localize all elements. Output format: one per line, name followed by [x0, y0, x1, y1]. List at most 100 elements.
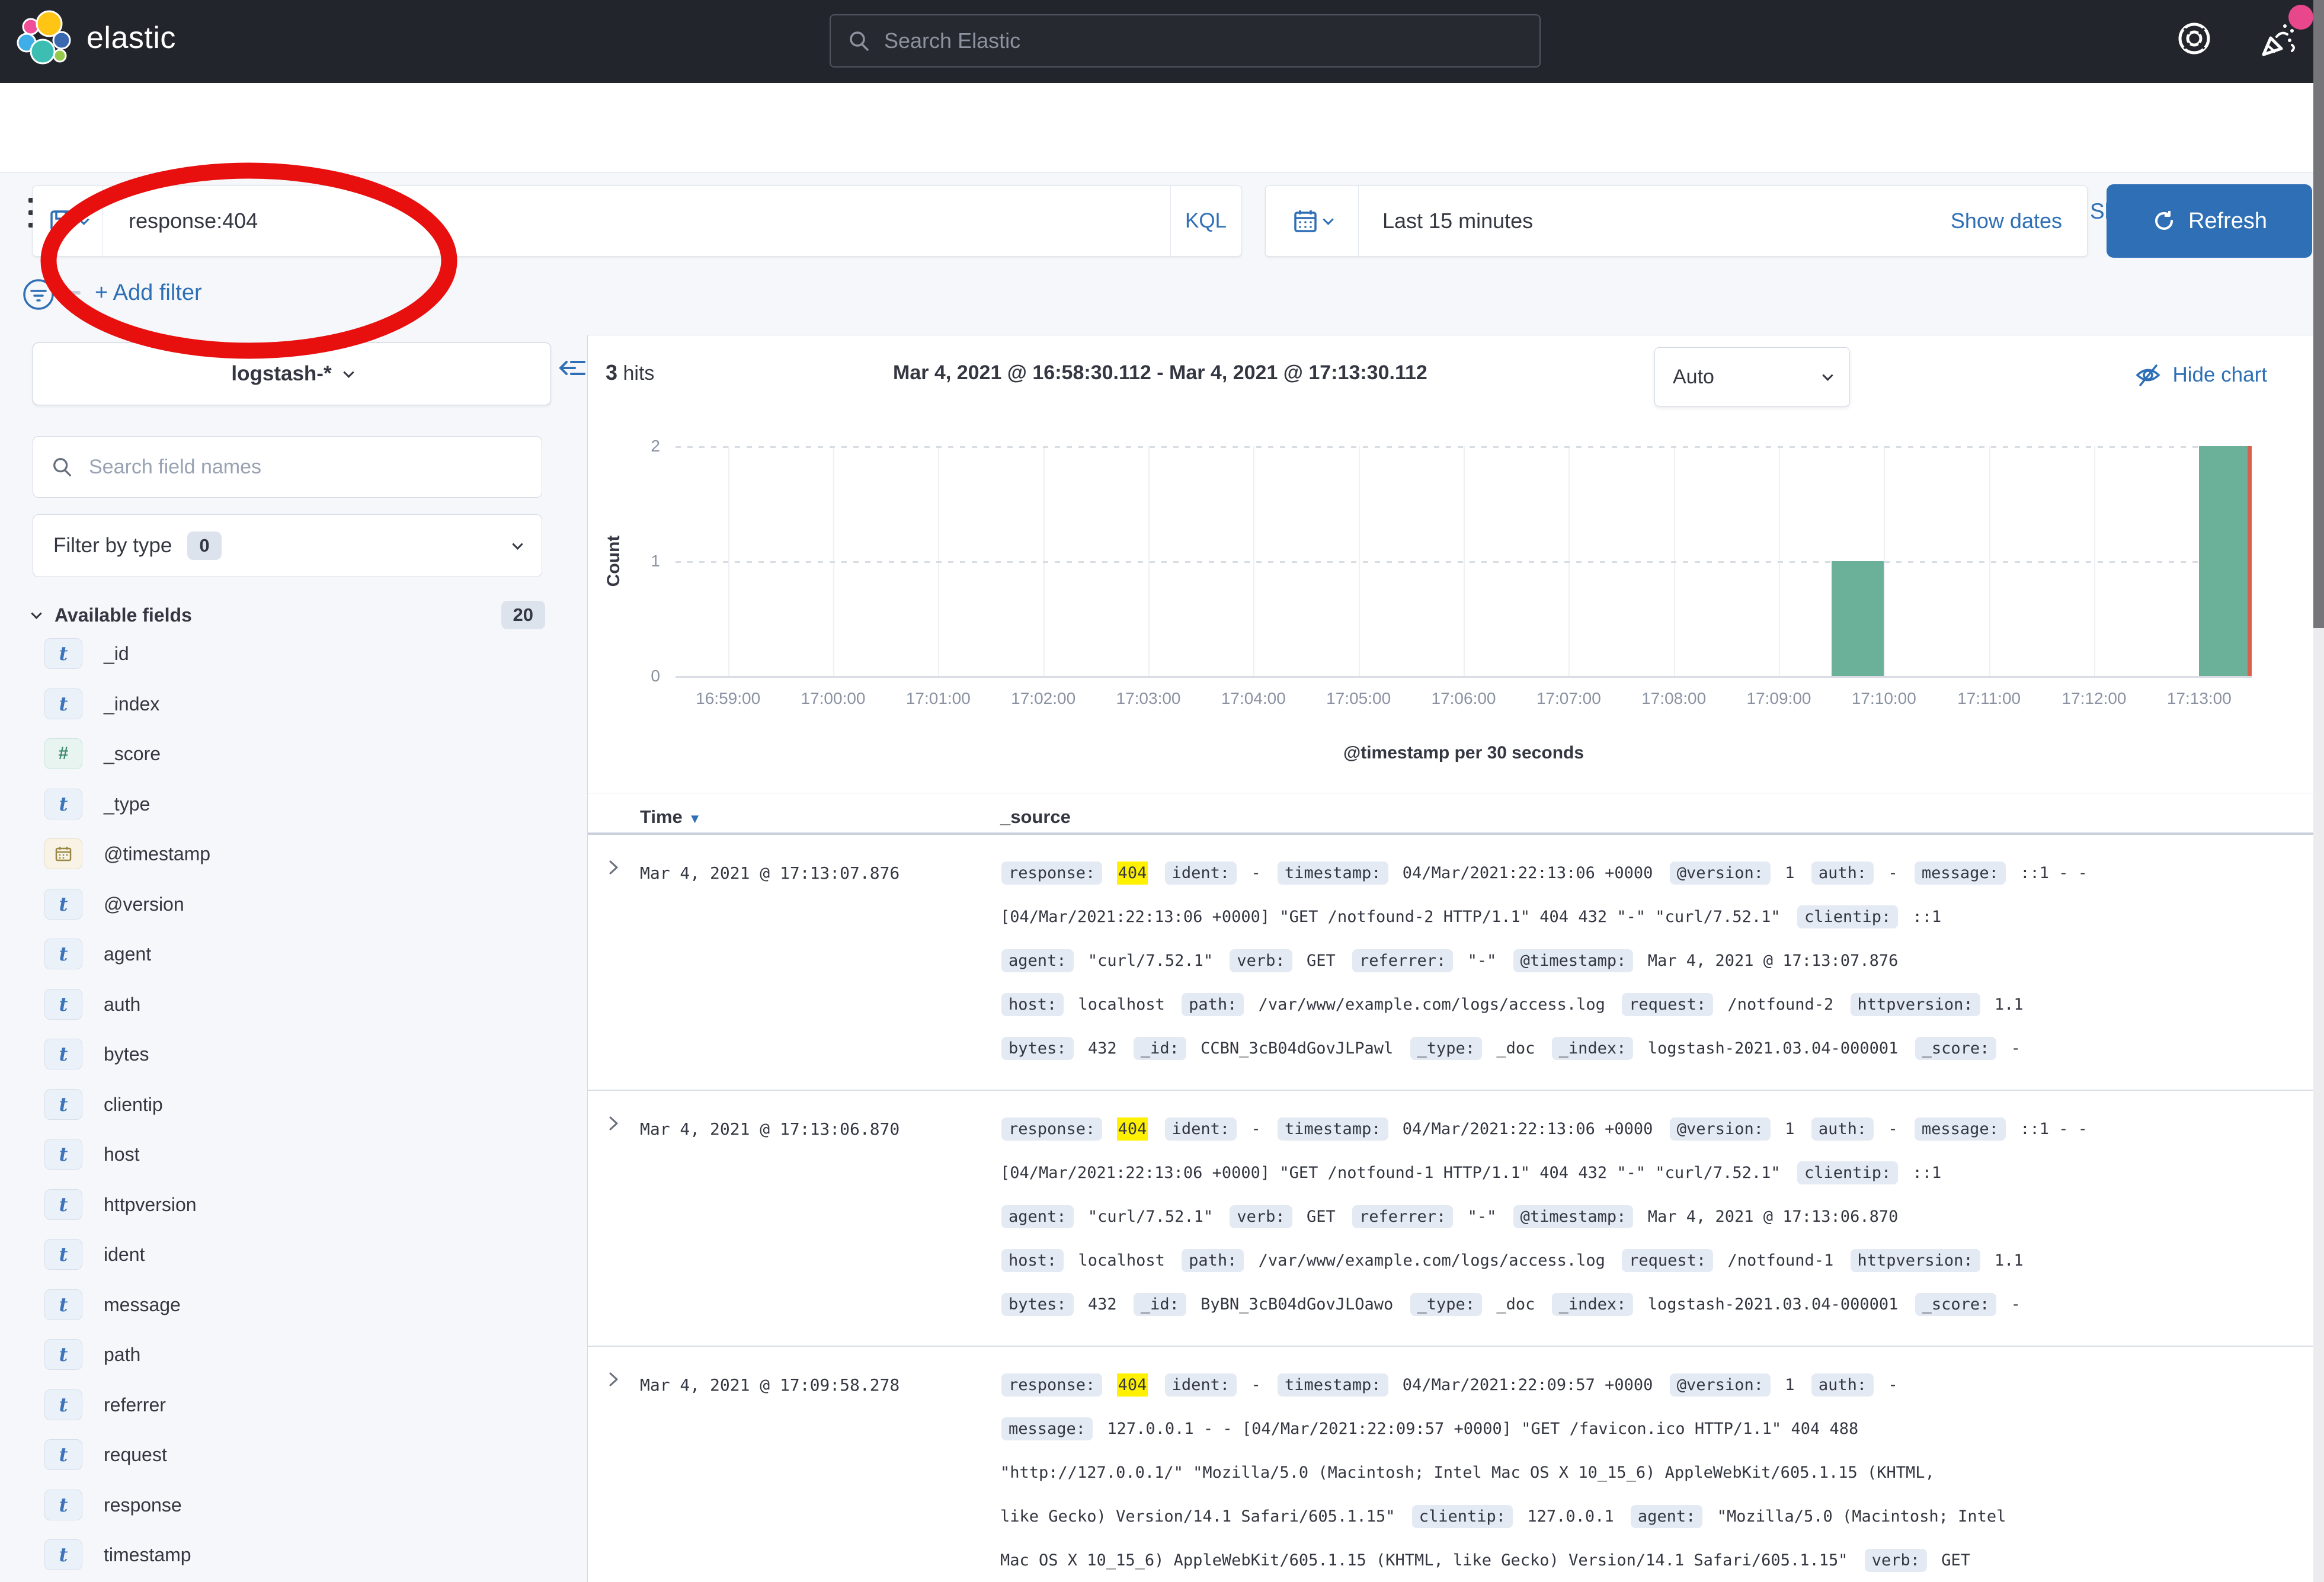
- expand-row-icon[interactable]: [604, 1370, 622, 1391]
- field-item-@timestamp[interactable]: @timestamp: [44, 837, 210, 870]
- field-search-input[interactable]: Search field names: [33, 436, 542, 498]
- time-column-header[interactable]: Time▼: [640, 806, 702, 828]
- source-field-key: ident:: [1165, 1373, 1237, 1397]
- brand-name: elastic: [87, 20, 176, 56]
- document-time: Mar 4, 2021 @ 17:13:07.876: [640, 851, 899, 895]
- field-item-auth[interactable]: tauth: [44, 988, 140, 1021]
- field-item-clientip[interactable]: tclientip: [44, 1088, 163, 1121]
- available-fields-header[interactable]: Available fields 20: [33, 597, 545, 633]
- index-pattern-name: logstash-*: [231, 362, 331, 386]
- field-item-bytes[interactable]: tbytes: [44, 1037, 149, 1071]
- field-item-timestamp[interactable]: ttimestamp: [44, 1538, 191, 1571]
- field-item-path[interactable]: tpath: [44, 1338, 140, 1371]
- source-field-value: -: [1888, 1120, 1897, 1138]
- source-field-key: httpversion:: [1851, 993, 1980, 1016]
- source-field-value: /var/www/example.com/logs/access.log: [1259, 1251, 1605, 1270]
- field-name: host: [104, 1144, 139, 1165]
- field-item-request[interactable]: trequest: [44, 1438, 167, 1471]
- field-item-ident[interactable]: tident: [44, 1238, 145, 1271]
- elastic-logo-icon: [17, 8, 76, 68]
- show-dates-button[interactable]: Show dates: [1951, 209, 2087, 233]
- text-field-icon: t: [44, 1039, 82, 1069]
- expand-row-icon[interactable]: [604, 859, 622, 879]
- source-field-value: -: [1888, 1376, 1897, 1394]
- refresh-button[interactable]: Refresh: [2107, 184, 2312, 258]
- field-item-httpversion[interactable]: thttpversion: [44, 1188, 197, 1221]
- expand-row-icon[interactable]: [604, 1115, 622, 1135]
- query-input[interactable]: response:404: [103, 209, 1170, 233]
- source-field-value: logstash-2021.03.04-000001: [1648, 1295, 1899, 1314]
- collapse-sidebar-icon[interactable]: [557, 353, 588, 383]
- histogram-chart[interactable]: [676, 446, 2252, 678]
- histogram-bar-17:09:30[interactable]: [1832, 561, 1884, 676]
- time-range-value[interactable]: Last 15 minutes: [1359, 209, 1951, 233]
- source-field-value: 432: [1088, 1039, 1117, 1058]
- source-field-value: 04/Mar/2021:22:09:57 +0000: [1403, 1376, 1653, 1394]
- field-item-host[interactable]: thost: [44, 1138, 139, 1171]
- query-bar[interactable]: response:404 KQL: [33, 185, 1241, 257]
- saved-query-menu-button[interactable]: [33, 186, 103, 256]
- source-field-value: /var/www/example.com/logs/access.log: [1259, 995, 1605, 1014]
- field-item-@version[interactable]: t@version: [44, 888, 184, 921]
- source-field-value: Mar 4, 2021 @ 17:13:07.876: [1648, 952, 1899, 970]
- x-tick-label: 17:07:00: [1536, 689, 1601, 708]
- histogram-bar-17:13:00[interactable]: [2199, 446, 2252, 676]
- source-field-key: bytes:: [1001, 1293, 1074, 1316]
- source-field-key: auth:: [1811, 862, 1874, 885]
- source-field-key: host:: [1001, 993, 1064, 1016]
- document-row: Mar 4, 2021 @ 17:13:06.870response: 404 …: [588, 1091, 2313, 1347]
- field-item-agent[interactable]: tagent: [44, 937, 151, 971]
- query-language-button[interactable]: KQL: [1170, 186, 1241, 256]
- elastic-logo[interactable]: elastic: [17, 8, 176, 68]
- filter-bar: + Add filter: [0, 276, 711, 317]
- field-name: agent: [104, 943, 151, 965]
- source-field-value: ByBN_3cB04dGovJLOawo: [1201, 1295, 1393, 1314]
- source-field-key: clientip:: [1797, 905, 1898, 928]
- field-item-message[interactable]: tmessage: [44, 1288, 181, 1321]
- filter-by-type-select[interactable]: Filter by type 0: [33, 514, 542, 577]
- source-field-value: /notfound-1: [1727, 1251, 1833, 1270]
- scrollbar[interactable]: [2313, 0, 2324, 1582]
- field-name: @version: [104, 894, 184, 915]
- field-name: _score: [104, 743, 161, 765]
- field-name: ident: [104, 1244, 145, 1266]
- field-item-referrer[interactable]: treferrer: [44, 1388, 166, 1421]
- help-icon[interactable]: [2176, 20, 2213, 57]
- notification-dot: [2288, 5, 2313, 30]
- field-item-_id[interactable]: t_id: [44, 637, 129, 670]
- source-field-key: @version:: [1670, 1373, 1771, 1397]
- field-item-_index[interactable]: t_index: [44, 687, 159, 720]
- global-search-input[interactable]: Search Elastic: [830, 14, 1541, 68]
- sort-desc-icon[interactable]: ▼: [689, 811, 702, 826]
- documents-table: Time▼ _source Mar 4, 2021 @ 17:13:07.876…: [588, 793, 2313, 1582]
- available-fields-count: 20: [501, 601, 545, 629]
- index-pattern-select[interactable]: logstash-*: [33, 342, 551, 405]
- field-item-_type[interactable]: t_type: [44, 787, 150, 821]
- document-time: Mar 4, 2021 @ 17:13:06.870: [640, 1107, 899, 1151]
- source-field-key: verb:: [1230, 949, 1292, 972]
- filter-divider: [60, 291, 81, 294]
- chevron-down-icon: [343, 367, 354, 377]
- document-time: Mar 4, 2021 @ 17:09:58.278: [640, 1363, 899, 1407]
- source-field-value: -: [1251, 864, 1260, 882]
- text-field-icon: t: [44, 939, 82, 969]
- field-item-_score[interactable]: #_score: [44, 737, 161, 770]
- source-field-value: "curl/7.52.1": [1088, 952, 1213, 970]
- interval-select[interactable]: Auto: [1654, 347, 1850, 406]
- text-field-icon: t: [44, 1089, 82, 1120]
- source-field-key: response:: [1001, 1373, 1102, 1397]
- source-field-value: ::1: [1913, 908, 1942, 926]
- hide-chart-button[interactable]: Hide chart: [2134, 361, 2267, 389]
- x-tick-label: 17:09:00: [1747, 689, 1811, 708]
- date-quick-menu-button[interactable]: [1266, 186, 1359, 256]
- scrollbar-thumb[interactable]: [2313, 0, 2324, 628]
- date-picker[interactable]: Last 15 minutes Show dates: [1265, 185, 2088, 257]
- chevron-down-icon: [31, 608, 41, 619]
- hits-count: 3 hits: [606, 360, 654, 385]
- filter-icon[interactable]: [22, 278, 55, 311]
- add-filter-button[interactable]: + Add filter: [95, 280, 202, 306]
- field-item-response[interactable]: tresponse: [44, 1488, 182, 1522]
- source-field-key: @version:: [1670, 1117, 1771, 1141]
- document-row: Mar 4, 2021 @ 17:09:58.278response: 404 …: [588, 1347, 2313, 1582]
- fields-sidebar: logstash-* Search field names Filter by …: [0, 335, 587, 1582]
